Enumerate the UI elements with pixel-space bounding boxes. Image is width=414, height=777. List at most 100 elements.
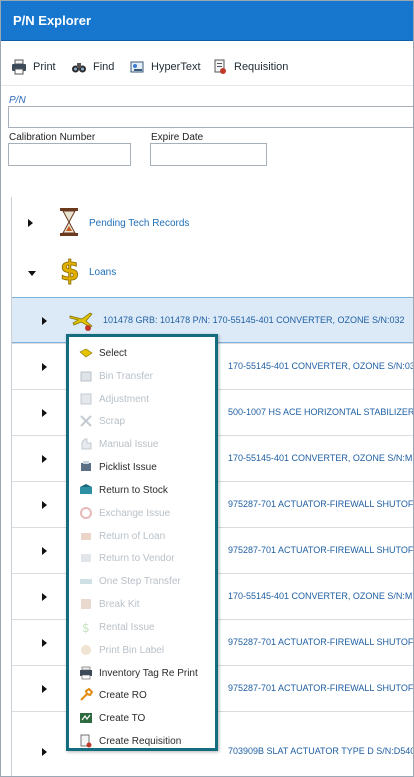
title-bar: P/N Explorer	[1, 1, 413, 41]
expand-arrow-icon[interactable]	[42, 639, 47, 647]
expand-arrow-icon[interactable]	[42, 547, 47, 555]
tree-node-pending-tech-records[interactable]: Pending Tech Records	[12, 207, 413, 239]
menu-item-label: One Step Transfer	[99, 575, 181, 587]
tree-node-label: Pending Tech Records	[89, 218, 190, 229]
menu-item-return-of-loan[interactable]: Return of Loan	[79, 526, 217, 546]
exchange-issue-icon	[80, 507, 92, 519]
wrench-icon	[80, 688, 93, 701]
return-to-stock-icon	[80, 484, 92, 494]
expand-arrow-icon[interactable]	[42, 409, 47, 417]
break-kit-icon	[81, 599, 91, 609]
rental-issue-icon: $	[82, 621, 90, 634]
app-window: P/N Explorer Print Find HyperText Requis…	[0, 0, 414, 777]
menu-item-label: Create RO	[99, 689, 147, 701]
print-button[interactable]: Print	[11, 58, 56, 76]
return-of-loan-icon	[81, 533, 91, 540]
menu-item-label: Break Kit	[99, 598, 140, 610]
menu-item-label: Print Bin Label	[99, 644, 165, 656]
menu-item-label: Create TO	[99, 712, 146, 724]
expire-date-label: Expire Date	[151, 132, 204, 143]
menu-item-label: Exchange Issue	[99, 507, 171, 519]
collapse-arrow-icon[interactable]	[28, 271, 36, 276]
tree-row-text: 975287-701 ACTUATOR-FIREWALL SHUTOF V	[228, 499, 414, 509]
adjustment-icon	[80, 393, 92, 405]
hypertext-label: HyperText	[151, 61, 201, 73]
find-button[interactable]: Find	[71, 58, 114, 76]
expand-arrow-icon[interactable]	[42, 317, 47, 325]
requisition-button[interactable]: Requisition	[212, 58, 288, 76]
menu-item-return-to-stock[interactable]: Return to Stock	[79, 480, 217, 500]
toolbar: Print Find HyperText Requisition	[1, 42, 413, 86]
menu-item-break-kit[interactable]: Break Kit	[79, 594, 217, 614]
expand-arrow-icon[interactable]	[42, 685, 47, 693]
print-label: Print	[33, 61, 56, 73]
expand-arrow-icon[interactable]	[42, 748, 47, 756]
picklist-issue-icon	[81, 461, 91, 471]
menu-item-bin-transfer[interactable]: Bin Transfer	[79, 366, 217, 386]
menu-item-label: Return of Loan	[99, 530, 166, 542]
menu-item-label: Adjustment	[99, 393, 150, 405]
tree-node-label: Loans	[89, 267, 117, 278]
manual-issue-icon	[81, 438, 92, 450]
menu-item-manual-issue[interactable]: Manual Issue	[79, 434, 217, 454]
tree-row-text: 975287-701 ACTUATOR-FIREWALL SHUTOF V	[228, 637, 414, 647]
find-label: Find	[93, 61, 115, 73]
menu-item-label: Create Requisition	[99, 735, 182, 747]
printer-icon	[12, 59, 26, 75]
tree-row-text: 170-55145-401 CONVERTER, OZONE S/N:M10	[228, 453, 414, 463]
svg-text:$: $	[60, 255, 79, 285]
tree-node-loans[interactable]: $ Loans	[12, 255, 413, 287]
expire-date-input[interactable]	[150, 143, 267, 166]
tree-row-text: 975287-701 ACTUATOR-FIREWALL SHUTOF V	[228, 545, 414, 555]
menu-item-label: Return to Stock	[99, 484, 168, 496]
menu-item-scrap[interactable]: Scrap	[79, 411, 217, 431]
pn-input[interactable]	[8, 106, 413, 128]
dollar-icon: $	[60, 255, 80, 285]
create-to-icon	[80, 713, 92, 723]
tree-row-text: 170-55145-401 CONVERTER, OZONE S/N:M10	[228, 591, 414, 601]
menu-item-label: Picklist Issue	[99, 461, 157, 473]
scrap-icon	[80, 415, 92, 427]
expand-arrow-icon[interactable]	[42, 455, 47, 463]
tree-row-text: 975287-701 ACTUATOR-FIREWALL SHUTOF V	[228, 683, 414, 693]
svg-text:$: $	[82, 621, 90, 634]
hypertext-button[interactable]: HyperText	[129, 58, 201, 76]
menu-item-label: Scrap	[99, 415, 126, 427]
requisition-icon	[80, 734, 92, 748]
binoculars-icon	[72, 63, 86, 73]
hypertext-icon	[130, 61, 144, 73]
menu-item-select[interactable]: Select	[79, 343, 217, 363]
menu-item-one-step-transfer[interactable]: One Step Transfer	[79, 571, 217, 591]
menu-item-print-bin-label[interactable]: Print Bin Label	[79, 640, 217, 660]
one-step-transfer-icon	[80, 579, 92, 584]
calibration-number-label: Calibration Number	[9, 132, 96, 143]
menu-item-return-to-vendor[interactable]: Return to Vendor	[79, 548, 217, 568]
menu-item-exchange-issue[interactable]: Exchange Issue	[79, 503, 217, 523]
expand-arrow-icon[interactable]	[28, 219, 33, 227]
menu-item-label: Return to Vendor	[99, 552, 175, 564]
requisition-label: Requisition	[234, 61, 289, 73]
tree-row-text: 500-1007 HS ACE HORIZONTAL STABILIZER	[228, 407, 414, 417]
app-title: P/N Explorer	[13, 13, 92, 28]
menu-item-label: Inventory Tag Re Print	[99, 667, 198, 679]
calibration-number-input[interactable]	[8, 143, 131, 166]
expand-arrow-icon[interactable]	[42, 593, 47, 601]
expand-arrow-icon[interactable]	[42, 363, 47, 371]
airplane-icon	[69, 312, 93, 331]
menu-item-adjustment[interactable]: Adjustment	[79, 389, 217, 409]
menu-item-create-to[interactable]: Create TO	[79, 708, 217, 728]
tree-row-text: 170-55145-401 CONVERTER, OZONE S/N:032	[228, 361, 414, 371]
expand-arrow-icon[interactable]	[42, 501, 47, 509]
menu-item-create-requisition[interactable]: Create Requisition	[79, 731, 217, 751]
menu-item-inventory-tag-reprint[interactable]: Inventory Tag Re Print	[79, 663, 217, 683]
requisition-icon	[214, 59, 226, 74]
menu-item-picklist-issue[interactable]: Picklist Issue	[79, 457, 217, 477]
menu-item-rental-issue[interactable]: $ Rental Issue	[79, 617, 217, 637]
tree-row-text: 101478 GRB: 101478 P/N: 170-55145-401 CO…	[103, 315, 405, 325]
menu-item-create-ro[interactable]: Create RO	[79, 685, 217, 705]
print-bin-label-icon	[81, 645, 91, 655]
bin-transfer-icon	[80, 371, 92, 382]
tree-row-text: 703909B SLAT ACTUATOR TYPE D S/N:D540	[228, 746, 414, 756]
pn-label: P/N	[9, 95, 26, 106]
search-form: P/N Calibration Number Expire Date	[1, 87, 413, 187]
